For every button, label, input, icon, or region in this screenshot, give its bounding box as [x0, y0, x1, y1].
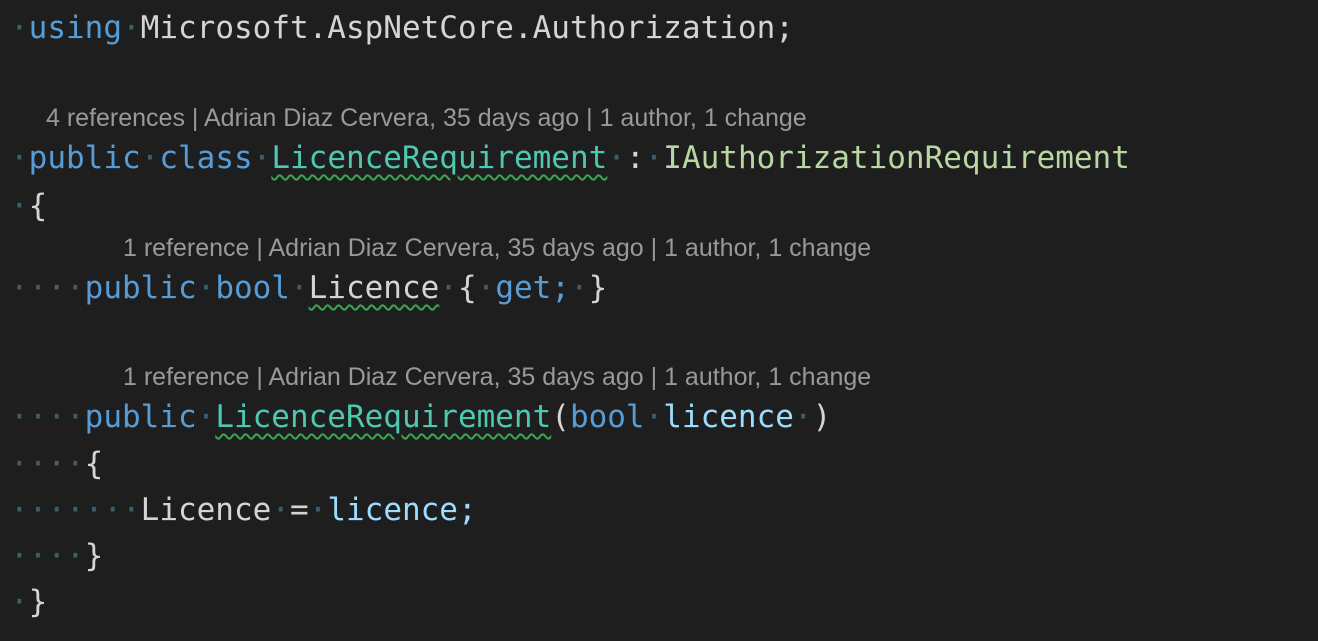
- indent-dots: ····: [10, 399, 85, 435]
- whitespace-dots: ·: [10, 10, 29, 46]
- codelens-property: 1 reference | Adrian Diaz Cervera, 35 da…: [123, 231, 871, 265]
- codelens-references-link[interactable]: 4 references: [46, 104, 185, 132]
- whitespace-dots: ·: [140, 140, 160, 176]
- codelens-changes-link[interactable]: 1 author, 1 change: [664, 363, 871, 391]
- codelens-separator: |: [579, 104, 600, 132]
- parameter-name: licence: [663, 399, 794, 435]
- codelens-references-link[interactable]: 1 reference: [123, 363, 249, 391]
- codelens-author-link[interactable]: Adrian Diaz Cervera, 35 days ago: [268, 363, 643, 391]
- whitespace-dots: ·: [308, 492, 328, 528]
- code-line-assignment[interactable]: ·······Licence·=·licence;: [10, 488, 477, 532]
- indent-dots: ····: [10, 446, 85, 482]
- whitespace-dots: ·: [10, 584, 29, 620]
- property-close-brace: }: [588, 270, 608, 306]
- code-line-open-brace[interactable]: ·{: [10, 184, 47, 228]
- indent-dots: ····: [10, 270, 85, 306]
- indent-dots: ·······: [10, 492, 141, 528]
- assignment-value: licence;: [327, 492, 477, 528]
- whitespace-dots: ·: [476, 270, 496, 306]
- keyword-bool: bool: [215, 270, 290, 306]
- class-name: LicenceRequirement: [271, 140, 608, 176]
- close-brace: }: [28, 584, 48, 620]
- whitespace-dots: ·: [644, 399, 664, 435]
- keyword-bool: bool: [569, 399, 645, 435]
- whitespace-dots: ·: [10, 140, 29, 176]
- code-line-class-declaration[interactable]: ·public·class·LicenceRequirement·:·IAuth…: [10, 136, 1130, 180]
- keyword-class: class: [159, 140, 253, 176]
- codelens-author-link[interactable]: Adrian Diaz Cervera, 35 days ago: [268, 234, 643, 262]
- keyword-public: public: [84, 399, 197, 435]
- code-line-using[interactable]: ·using·Microsoft.AspNetCore.Authorizatio…: [10, 6, 794, 50]
- codelens-changes-link[interactable]: 1 author, 1 change: [664, 234, 871, 262]
- code-line-property[interactable]: ····public·bool·Licence·{·get;·}: [10, 266, 607, 310]
- whitespace-dots: ·: [607, 140, 626, 176]
- whitespace-dots: ·: [196, 399, 216, 435]
- interface-name: IAuthorizationRequirement: [663, 140, 1130, 176]
- code-editor[interactable]: ·using·Microsoft.AspNetCore.Authorizatio…: [0, 0, 1318, 641]
- codelens-separator: |: [249, 234, 269, 262]
- ctor-close-brace: }: [84, 538, 104, 574]
- code-line-constructor[interactable]: ····public·LicenceRequirement(bool·licen…: [10, 395, 831, 439]
- inheritance-colon: :: [625, 140, 645, 176]
- whitespace-dots: ·: [793, 399, 813, 435]
- whitespace-dots: ·: [271, 492, 290, 528]
- codelens-author-link[interactable]: Adrian Diaz Cervera, 35 days ago: [204, 104, 579, 132]
- ctor-open-brace: {: [84, 446, 104, 482]
- keyword-using: using: [28, 10, 122, 46]
- assignment-operator: =: [289, 492, 309, 528]
- codelens-separator: |: [184, 104, 204, 132]
- codelens-constructor: 1 reference | Adrian Diaz Cervera, 35 da…: [123, 360, 871, 394]
- constructor-name: LicenceRequirement: [215, 399, 552, 435]
- open-brace: {: [28, 188, 48, 224]
- code-line-ctor-close-brace[interactable]: ····}: [10, 534, 103, 578]
- codelens-changes-link[interactable]: 1 author, 1 change: [600, 104, 807, 132]
- whitespace-dots: ·: [252, 140, 272, 176]
- property-name: Licence: [308, 270, 440, 306]
- assignment-target: Licence: [140, 492, 272, 528]
- codelens-separator: |: [643, 363, 665, 391]
- code-line-ctor-open-brace[interactable]: ····{: [10, 442, 103, 486]
- keyword-public: public: [28, 140, 141, 176]
- indent-dots: ····: [10, 538, 85, 574]
- codelens-class: 4 references | Adrian Diaz Cervera, 35 d…: [46, 101, 807, 135]
- whitespace-dots: ·: [10, 188, 29, 224]
- code-line-close-brace[interactable]: ·}: [10, 580, 47, 624]
- keyword-public: public: [84, 270, 197, 306]
- property-open-brace: {: [457, 270, 477, 306]
- whitespace-dots: ·: [439, 270, 458, 306]
- codelens-separator: |: [643, 234, 665, 262]
- codelens-separator: |: [249, 363, 269, 391]
- close-paren: ): [812, 399, 832, 435]
- whitespace-dots: ·: [644, 140, 664, 176]
- whitespace-dots: ·: [196, 270, 216, 306]
- open-paren: (: [551, 399, 570, 435]
- whitespace-dots: ·: [289, 270, 309, 306]
- whitespace-dots: ·: [569, 270, 589, 306]
- whitespace-dots: ·: [122, 10, 141, 46]
- accessor-get: get;: [495, 270, 570, 306]
- namespace-name: Microsoft.AspNetCore.Authorization;: [140, 10, 794, 46]
- codelens-references-link[interactable]: 1 reference: [123, 234, 249, 262]
